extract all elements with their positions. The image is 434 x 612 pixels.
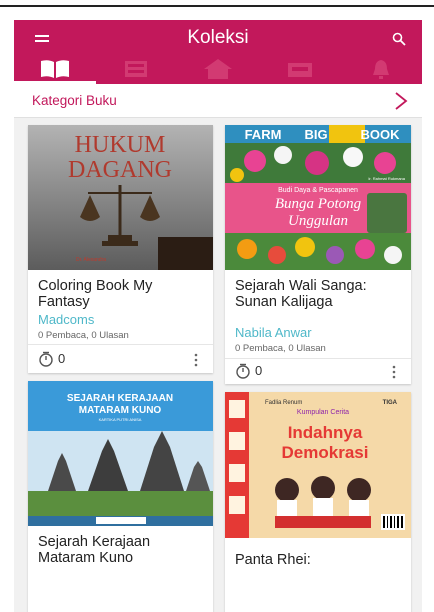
page-title: Koleksi xyxy=(187,27,249,48)
card-divider xyxy=(28,344,213,345)
book-title: Sejarah Wali Sanga: Sunan Kalijaga xyxy=(235,278,367,310)
cover-title-line2: Demokrasi xyxy=(282,443,369,462)
inbox-icon xyxy=(287,63,312,77)
cover-title-line2: DAGANG xyxy=(68,157,172,183)
book-author[interactable]: Nabila Anwar xyxy=(235,325,312,340)
book-title: Panta Rhei: xyxy=(235,552,311,568)
read-count: 0 xyxy=(255,363,263,378)
more-options-icon[interactable] xyxy=(391,365,397,379)
book-stats: 0 Pembaca, 0 Ulasan xyxy=(38,330,129,341)
cover-banner-book: BOOK xyxy=(361,127,401,142)
cover-byline: Dr. Alexandra xyxy=(76,257,106,263)
cover-badge: TIGA xyxy=(383,400,398,406)
cover-art-hukum-dagang: HUKUM DAGANG Dr. Alexandra xyxy=(28,125,213,270)
book-card[interactable]: SEJARAH KERAJAAN MATARAM KUNO KARTIKA PU… xyxy=(28,381,213,612)
timer-icon xyxy=(39,351,53,367)
book-title: Coloring Book My Fantasy xyxy=(38,278,153,310)
cover-art-mataram-kuno: SEJARAH KERAJAAN MATARAM KUNO KARTIKA PU… xyxy=(28,381,213,526)
card-divider xyxy=(225,358,411,359)
book-card[interactable]: HUKUM DAGANG Dr. Alexandra Coloring Book… xyxy=(28,125,213,373)
cover-art-bunga-potong: FARM BIG BOOK Ir. Rahmat Rukmana Budi Da… xyxy=(225,125,411,270)
tab-inbox[interactable] xyxy=(259,54,341,84)
more-options-icon[interactable] xyxy=(193,353,199,367)
cover-author: Ir. Rahmat Rukmana xyxy=(368,176,405,181)
book-title: Sejarah Kerajaan Mataram Kuno xyxy=(38,534,151,566)
chevron-right-icon[interactable] xyxy=(390,89,412,113)
book-card[interactable]: FARM BIG BOOK Ir. Rahmat Rukmana Budi Da… xyxy=(225,125,411,384)
cover-banner-big: BIG xyxy=(304,127,327,142)
cover-art-indahnya-demokrasi: Fadlia Renum TIGA Kumpulan Cerita Indahn… xyxy=(225,392,411,538)
top-border xyxy=(0,0,434,7)
cover-author: KARTIKA PUTRI ANISA xyxy=(99,417,142,422)
tab-home[interactable] xyxy=(177,54,259,84)
cover-series: Kumpulan Cerita xyxy=(297,409,349,416)
book-cover[interactable]: FARM BIG BOOK Ir. Rahmat Rukmana Budi Da… xyxy=(225,125,411,270)
cover-title-line1: SEJARAH KERAJAAN xyxy=(67,393,173,404)
timer-icon xyxy=(236,363,250,379)
app-screen: Koleksi Kategori Buku HUKUM DAGANG Dr. A… xyxy=(14,20,422,612)
book-stats: 0 Pembaca, 0 Ulasan xyxy=(235,343,326,354)
bell-icon xyxy=(373,60,390,79)
tab-notifications[interactable] xyxy=(340,54,422,84)
cover-author: Fadlia Renum xyxy=(265,400,302,406)
cover-subtitle: Budi Daya & Pascapanen xyxy=(278,187,358,194)
reader-icon xyxy=(125,61,148,77)
category-label: Kategori Buku xyxy=(32,93,117,108)
cover-banner-farm: FARM xyxy=(245,127,282,142)
book-icon xyxy=(40,60,69,78)
cover-title-line1: Indahnya xyxy=(288,423,363,442)
cover-title-line2: MATARAM KUNO xyxy=(79,405,162,416)
book-cover[interactable]: HUKUM DAGANG Dr. Alexandra xyxy=(28,125,213,270)
home-icon xyxy=(203,59,232,79)
book-cover[interactable]: SEJARAH KERAJAAN MATARAM KUNO KARTIKA PU… xyxy=(28,381,213,526)
cover-title-line1: HUKUM xyxy=(75,132,166,158)
category-bar[interactable]: Kategori Buku xyxy=(14,84,422,118)
tab-collection[interactable] xyxy=(14,54,96,84)
search-button[interactable] xyxy=(386,28,412,50)
tab-reader[interactable] xyxy=(96,54,178,84)
search-icon xyxy=(392,32,406,46)
book-card[interactable]: Fadlia Renum TIGA Kumpulan Cerita Indahn… xyxy=(225,392,411,612)
cover-title-line2: Unggulan xyxy=(288,213,348,229)
tab-bar xyxy=(14,54,422,84)
app-bar: Koleksi xyxy=(14,20,422,84)
book-cover[interactable]: Fadlia Renum TIGA Kumpulan Cerita Indahn… xyxy=(225,392,411,538)
book-author[interactable]: Madcoms xyxy=(38,312,94,327)
cover-title-line1: Bunga Potong xyxy=(275,196,362,212)
read-count: 0 xyxy=(58,351,66,366)
